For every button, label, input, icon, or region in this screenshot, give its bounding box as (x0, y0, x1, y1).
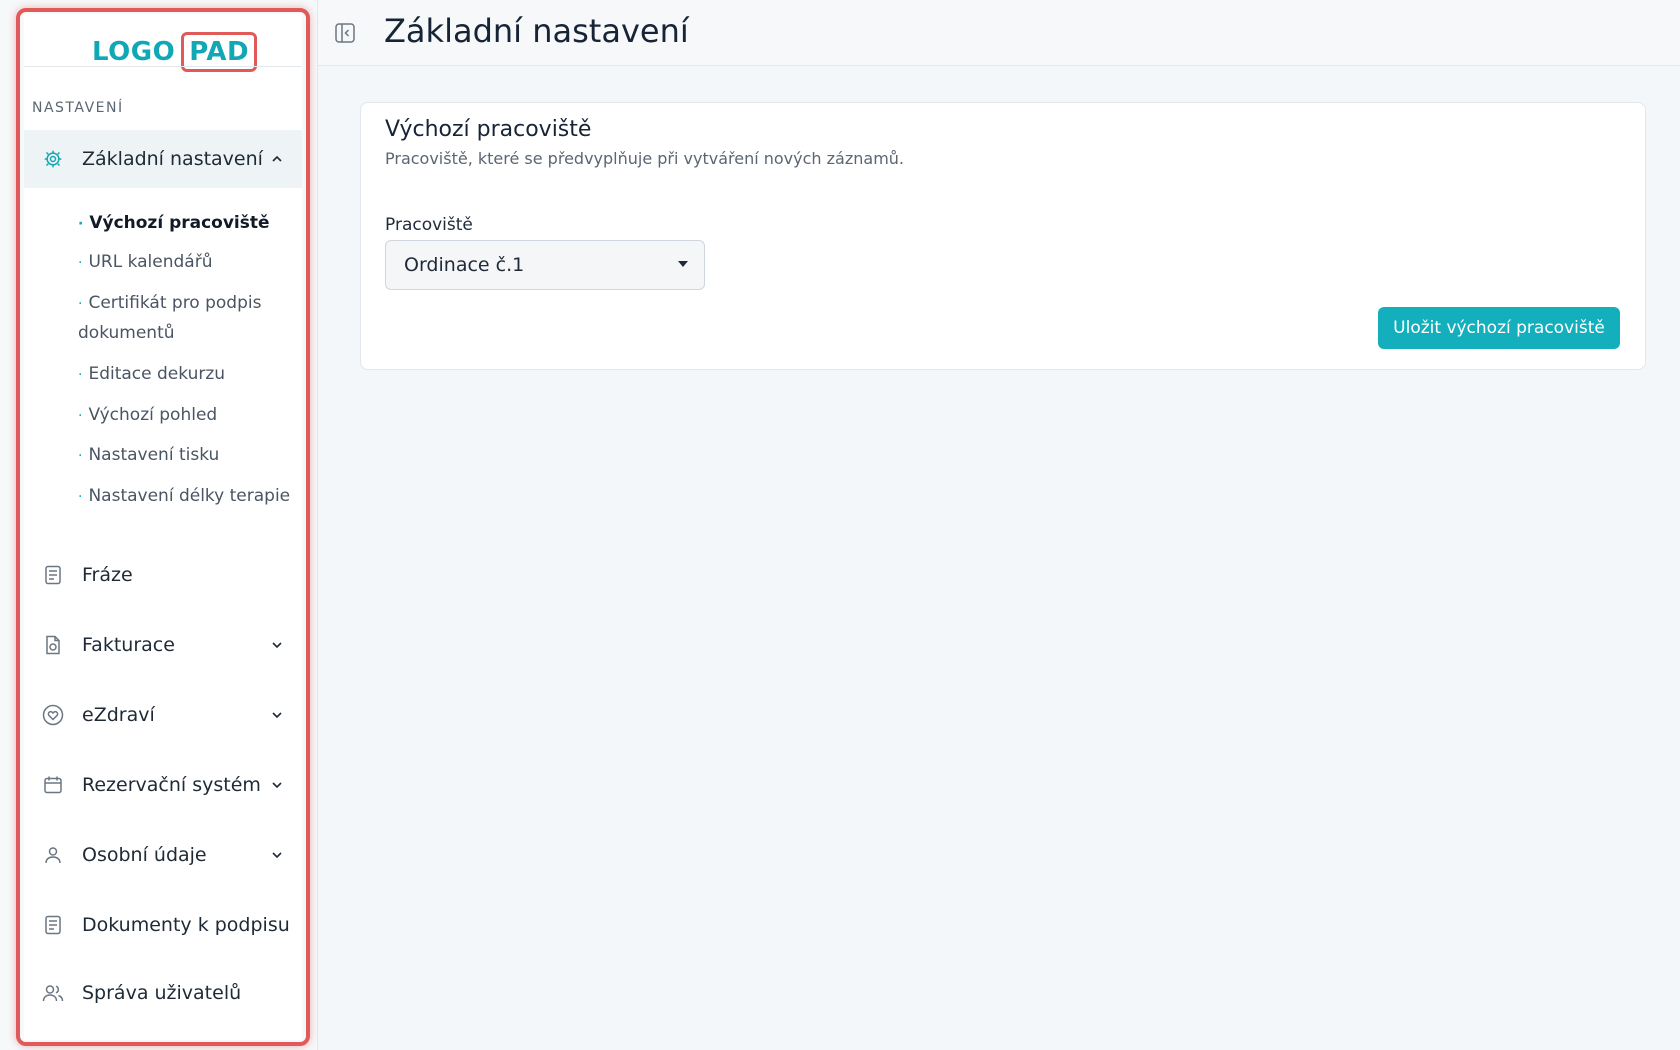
document-icon (42, 564, 64, 586)
heart-icon (42, 704, 64, 726)
section-label: NASTAVENÍ (32, 100, 124, 116)
subitem-certifikat[interactable]: · Certifikát pro podpis (78, 288, 261, 319)
subitem-editace-dekurzu[interactable]: · Editace dekurzu (78, 359, 225, 390)
calendar-icon (42, 774, 64, 796)
default-workplace-card: Výchozí pracoviště Pracoviště, které se … (360, 102, 1646, 370)
workplace-select-value: Ordinace č.1 (404, 254, 525, 276)
sidebar-item-zakladni-nastaveni[interactable]: Základní nastavení (24, 130, 302, 188)
caret-down-icon (678, 261, 688, 267)
bullet-icon: · (78, 489, 83, 505)
sidebar-item-label: Fráze (82, 564, 133, 586)
subitem-label: Výchozí pohled (88, 405, 218, 425)
sidebar-item-fakturace[interactable]: Fakturace (24, 616, 302, 674)
bullet-icon: · (78, 367, 83, 383)
bullet-icon: · (78, 216, 84, 232)
page-title: Základní nastavení (384, 12, 689, 50)
sidebar-item-fraze[interactable]: Fráze (24, 546, 302, 604)
save-default-workplace-button[interactable]: Uložit výchozí pracoviště (1378, 307, 1620, 349)
users-icon (42, 982, 64, 1004)
subitem-url-kalendaru[interactable]: · URL kalendářů (78, 247, 212, 278)
subitem-label: Editace dekurzu (88, 364, 226, 384)
document-icon (42, 914, 64, 936)
chevron-down-icon[interactable] (270, 708, 284, 722)
sidebar-item-sprava-uzivatelu[interactable]: Správa uživatelů (24, 964, 302, 1022)
subitem-vychozi-pohled[interactable]: · Výchozí pohled (78, 400, 217, 431)
gear-icon (42, 148, 64, 170)
sidebar-panel: LOGO PAD NASTAVENÍ Základní nastavení · V… (24, 14, 302, 1040)
sidebar-item-dokumenty-k-podpisu[interactable]: Dokumenty k podpisu (24, 896, 302, 954)
bullet-icon: · (78, 255, 83, 271)
sidebar: LOGO PAD NASTAVENÍ Základní nastavení · V… (0, 0, 318, 1050)
subitem-label: dokumentů (78, 323, 175, 343)
subitem-certifikat-cont[interactable]: dokumentů (78, 318, 175, 348)
subitem-label: Nastavení tisku (88, 445, 220, 465)
subitem-nastaveni-delky-terapie[interactable]: · Nastavení délky terapie (78, 481, 290, 512)
sidebar-item-label: Základní nastavení (82, 148, 263, 170)
sidebar-item-ezdravi[interactable]: eZdraví (24, 686, 302, 744)
card-title: Výchozí pracoviště (385, 117, 592, 142)
chevron-down-icon[interactable] (270, 638, 284, 652)
logo-text: LOGO (92, 37, 176, 67)
subitem-vychozi-pracoviste[interactable]: · Výchozí pracoviště (78, 208, 270, 239)
chevron-up-icon[interactable] (270, 152, 284, 166)
bullet-icon: · (78, 296, 83, 312)
sidebar-item-label: Fakturace (82, 634, 175, 656)
subitem-label: Certifikát pro podpis (88, 293, 262, 313)
bullet-icon: · (78, 448, 83, 464)
sidebar-item-label: Dokumenty k podpisu (82, 914, 290, 936)
user-icon (42, 844, 64, 866)
header: Základní nastavení (318, 0, 1680, 66)
subitem-label: URL kalendářů (88, 252, 213, 272)
sidebar-item-label: Správa uživatelů (82, 982, 242, 1004)
chevron-down-icon[interactable] (270, 778, 284, 792)
workplace-field-label: Pracoviště (385, 215, 473, 235)
sidebar-toggle-icon[interactable] (334, 22, 356, 44)
subitem-label: Nastavení délky terapie (88, 486, 291, 506)
sidebar-item-rezervacni-system[interactable]: Rezervační systém (24, 756, 302, 814)
subitem-label: Výchozí pracoviště (89, 213, 270, 233)
sidebar-item-label: Rezervační systém (82, 774, 261, 796)
sidebar-item-osobni-udaje[interactable]: Osobní údaje (24, 826, 302, 884)
chevron-down-icon[interactable] (270, 848, 284, 862)
subitem-nastaveni-tisku[interactable]: · Nastavení tisku (78, 440, 219, 471)
sidebar-item-label: Osobní údaje (82, 844, 207, 866)
invoice-icon (42, 634, 64, 656)
workplace-select[interactable]: Ordinace č.1 (385, 240, 705, 290)
sidebar-item-label: eZdraví (82, 704, 155, 726)
logo-divider (24, 66, 302, 67)
bullet-icon: · (78, 408, 83, 424)
card-subtitle: Pracoviště, které se předvyplňuje při vy… (385, 149, 904, 168)
